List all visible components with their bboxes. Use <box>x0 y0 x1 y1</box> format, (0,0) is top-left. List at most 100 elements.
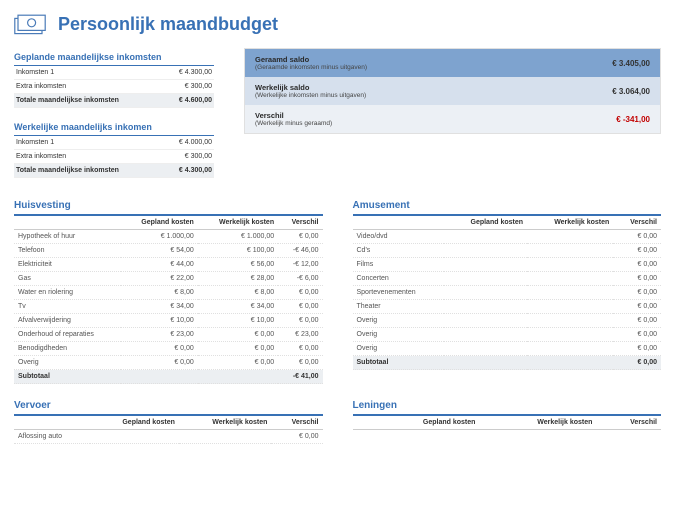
cell: € 54,00 <box>121 244 198 258</box>
vervoer-table: Gepland kostenWerkelijk kostenVerschil A… <box>14 416 323 444</box>
huisvesting-table: Gepland kostenWerkelijk kostenVerschil H… <box>14 216 323 384</box>
cell <box>527 230 613 244</box>
row-label: Overig <box>14 356 121 370</box>
row-label: Elektriciteit <box>14 258 121 272</box>
col-header: Gepland kosten <box>367 416 479 430</box>
cell: € 0,00 <box>613 258 661 272</box>
cell: € 28,00 <box>198 272 278 286</box>
cell: € 0,00 <box>121 356 198 370</box>
summary-value: € 3.064,00 <box>612 87 650 96</box>
summary-label: Werkelijk saldo <box>255 83 309 92</box>
summary-estimated: Geraamd saldo(Geraamde inkomsten minus u… <box>245 49 660 77</box>
income-total-label: Totale maandelijkse inkomsten <box>14 164 163 178</box>
cell <box>444 300 527 314</box>
cell: € 22,00 <box>121 272 198 286</box>
category-header-huisvesting: Huisvesting <box>14 196 323 216</box>
cell: € 0,00 <box>613 314 661 328</box>
income-value: € 300,00 <box>163 80 215 94</box>
amusement-table: Gepland kostenWerkelijk kostenVerschil V… <box>353 216 662 370</box>
cell: € 0,00 <box>613 286 661 300</box>
cell: € 0,00 <box>278 286 322 300</box>
cell: € 34,00 <box>198 300 278 314</box>
cell: € 0,00 <box>278 314 322 328</box>
subtotal-value: € 0,00 <box>613 356 661 370</box>
cell <box>527 286 613 300</box>
category-header-vervoer: Vervoer <box>14 396 323 416</box>
row-label: Films <box>353 258 445 272</box>
row-label: Hypotheek of huur <box>14 230 121 244</box>
cell: € 1.000,00 <box>121 230 198 244</box>
income-value: € 4.300,00 <box>163 66 215 80</box>
cell <box>444 342 527 356</box>
cell: € 0,00 <box>613 328 661 342</box>
col-header: Verschil <box>596 416 661 430</box>
cell <box>527 314 613 328</box>
cell <box>444 258 527 272</box>
leningen-table: Gepland kostenWerkelijk kostenVerschil <box>353 416 662 430</box>
row-label: Gas <box>14 272 121 286</box>
cell: € 0,00 <box>198 328 278 342</box>
row-label: Aflossing auto <box>14 430 90 444</box>
cell: € 0,00 <box>613 244 661 258</box>
cell <box>444 314 527 328</box>
cell: € 0,00 <box>121 342 198 356</box>
cell <box>444 244 527 258</box>
cell: € 0,00 <box>278 342 322 356</box>
col-header: Gepland kosten <box>90 416 179 430</box>
income-total-label: Totale maandelijkse inkomsten <box>14 94 163 108</box>
row-label: Benodigdheden <box>14 342 121 356</box>
money-icon <box>14 12 46 36</box>
cell: € 56,00 <box>198 258 278 272</box>
cell <box>444 328 527 342</box>
cell: € 8,00 <box>198 286 278 300</box>
row-label: Tv <box>14 300 121 314</box>
summary-value: € -341,00 <box>616 115 650 124</box>
category-header-amusement: Amusement <box>353 196 662 216</box>
cell: € 0,00 <box>613 300 661 314</box>
cell: € 0,00 <box>613 272 661 286</box>
col-header: Werkelijk kosten <box>527 216 613 230</box>
subtotal-label: Subtotaal <box>353 356 445 370</box>
col-header: Gepland kosten <box>444 216 527 230</box>
col-header: Werkelijk kosten <box>179 416 272 430</box>
cell: € 34,00 <box>121 300 198 314</box>
cell <box>179 430 272 444</box>
row-label: Onderhoud of reparaties <box>14 328 121 342</box>
subtotal-label: Subtotaal <box>14 370 121 384</box>
cell: € 0,00 <box>278 230 322 244</box>
cell <box>527 244 613 258</box>
page-header: Persoonlijk maandbudget <box>14 12 661 36</box>
summary-value: € 3.405,00 <box>612 59 650 68</box>
cell <box>527 258 613 272</box>
cell: € 0,00 <box>278 356 322 370</box>
summary-sublabel: (Werkelijk minus geraamd) <box>255 120 332 127</box>
cell: € 10,00 <box>121 314 198 328</box>
summary-sublabel: (Werkelijke inkomsten minus uitgaven) <box>255 92 366 99</box>
subtotal-value: -€ 41,00 <box>278 370 322 384</box>
row-label: Cd's <box>353 244 445 258</box>
cell: -€ 46,00 <box>278 244 322 258</box>
category-header-leningen: Leningen <box>353 396 662 416</box>
row-label: Overig <box>353 328 445 342</box>
cell: € 10,00 <box>198 314 278 328</box>
col-header: Werkelijk kosten <box>479 416 596 430</box>
income-label: Inkomsten 1 <box>14 136 163 150</box>
cell <box>527 300 613 314</box>
actual-income-header: Werkelijke maandelijks inkomen <box>14 118 214 136</box>
income-value: € 4.000,00 <box>163 136 215 150</box>
row-label: Concerten <box>353 272 445 286</box>
col-header: Gepland kosten <box>121 216 198 230</box>
cell: € 23,00 <box>121 328 198 342</box>
row-label: Video/dvd <box>353 230 445 244</box>
cell: -€ 6,00 <box>278 272 322 286</box>
cell <box>444 230 527 244</box>
cell: € 0,00 <box>271 430 322 444</box>
row-label: Telefoon <box>14 244 121 258</box>
summary-sublabel: (Geraamde inkomsten minus uitgaven) <box>255 64 367 71</box>
cell: € 8,00 <box>121 286 198 300</box>
income-total-value: € 4.600,00 <box>163 94 215 108</box>
page-title: Persoonlijk maandbudget <box>58 14 278 35</box>
row-label: Overig <box>353 314 445 328</box>
cell: € 0,00 <box>198 356 278 370</box>
row-label: Overig <box>353 342 445 356</box>
